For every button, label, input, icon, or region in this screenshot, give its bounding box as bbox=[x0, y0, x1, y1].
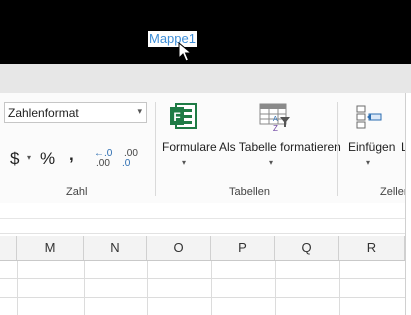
increase-decimal-button[interactable]: ←.0 .00 bbox=[92, 148, 116, 172]
insert-cells-button[interactable]: Einfügen ▾ bbox=[341, 100, 397, 170]
decrease-decimal-icon: .0 bbox=[122, 158, 131, 169]
number-format-value: Zahlenformat bbox=[8, 106, 79, 120]
grid-row-line bbox=[0, 278, 411, 279]
column-header-p[interactable]: P bbox=[211, 236, 275, 260]
format-as-table-label: Als Tabelle formatieren bbox=[219, 140, 341, 154]
column-header-o[interactable]: O bbox=[147, 236, 211, 260]
grid-row-line bbox=[0, 297, 411, 298]
forms-button[interactable]: F Formulare ▾ bbox=[158, 100, 217, 170]
forms-icon: F bbox=[170, 103, 197, 129]
insert-cells-label: Einfügen bbox=[348, 140, 396, 154]
cell-grid[interactable] bbox=[0, 261, 411, 315]
column-header-q[interactable]: Q bbox=[275, 236, 339, 260]
ribbon-tab-strip bbox=[0, 64, 411, 93]
number-format-dropdown[interactable]: Zahlenformat ▾ bbox=[4, 102, 147, 123]
increase-decimal-label: .00 bbox=[96, 158, 110, 169]
svg-text:A: A bbox=[273, 116, 278, 123]
decrease-decimal-button[interactable]: .00 .0 bbox=[120, 148, 144, 172]
svg-text:Z: Z bbox=[273, 124, 278, 133]
percent-button[interactable]: % bbox=[40, 149, 55, 169]
grid-col-line bbox=[275, 261, 276, 315]
chevron-down-icon: ▾ bbox=[269, 158, 274, 167]
column-header-partial[interactable] bbox=[0, 236, 17, 260]
grid-col-line bbox=[84, 261, 85, 315]
grid-col-line bbox=[17, 261, 18, 315]
grid-col-line bbox=[339, 261, 340, 315]
insert-cells-icon bbox=[356, 105, 382, 129]
format-as-table-button[interactable]: Z A Als Tabelle formatieren ▾ bbox=[216, 100, 341, 170]
title-bar bbox=[0, 0, 411, 64]
column-headers: M N O P Q R bbox=[0, 236, 411, 261]
column-header-r[interactable]: R bbox=[339, 236, 405, 260]
window-right-edge bbox=[405, 93, 411, 315]
format-as-table-icon: Z A bbox=[259, 103, 290, 133]
grid-col-line bbox=[211, 261, 212, 315]
column-header-n[interactable]: N bbox=[84, 236, 147, 260]
svg-text:F: F bbox=[173, 110, 180, 124]
chevron-down-icon: ▾ bbox=[366, 158, 371, 167]
mouse-pointer-icon bbox=[178, 42, 192, 62]
chevron-down-icon: ▾ bbox=[137, 106, 142, 116]
formula-bar-divider bbox=[0, 218, 411, 219]
column-header-m[interactable]: M bbox=[17, 236, 84, 260]
group-divider bbox=[155, 102, 156, 196]
currency-button[interactable]: $ bbox=[10, 149, 19, 169]
grid-col-line bbox=[147, 261, 148, 315]
forms-label: Formulare bbox=[162, 140, 217, 154]
group-label-number: Zahl bbox=[66, 186, 88, 198]
group-label-tables: Tabellen bbox=[229, 186, 270, 198]
currency-dropdown-icon[interactable]: ▾ bbox=[27, 153, 31, 162]
comma-style-button[interactable]: , bbox=[69, 145, 74, 165]
chevron-down-icon: ▾ bbox=[182, 158, 187, 167]
group-divider bbox=[337, 102, 338, 196]
